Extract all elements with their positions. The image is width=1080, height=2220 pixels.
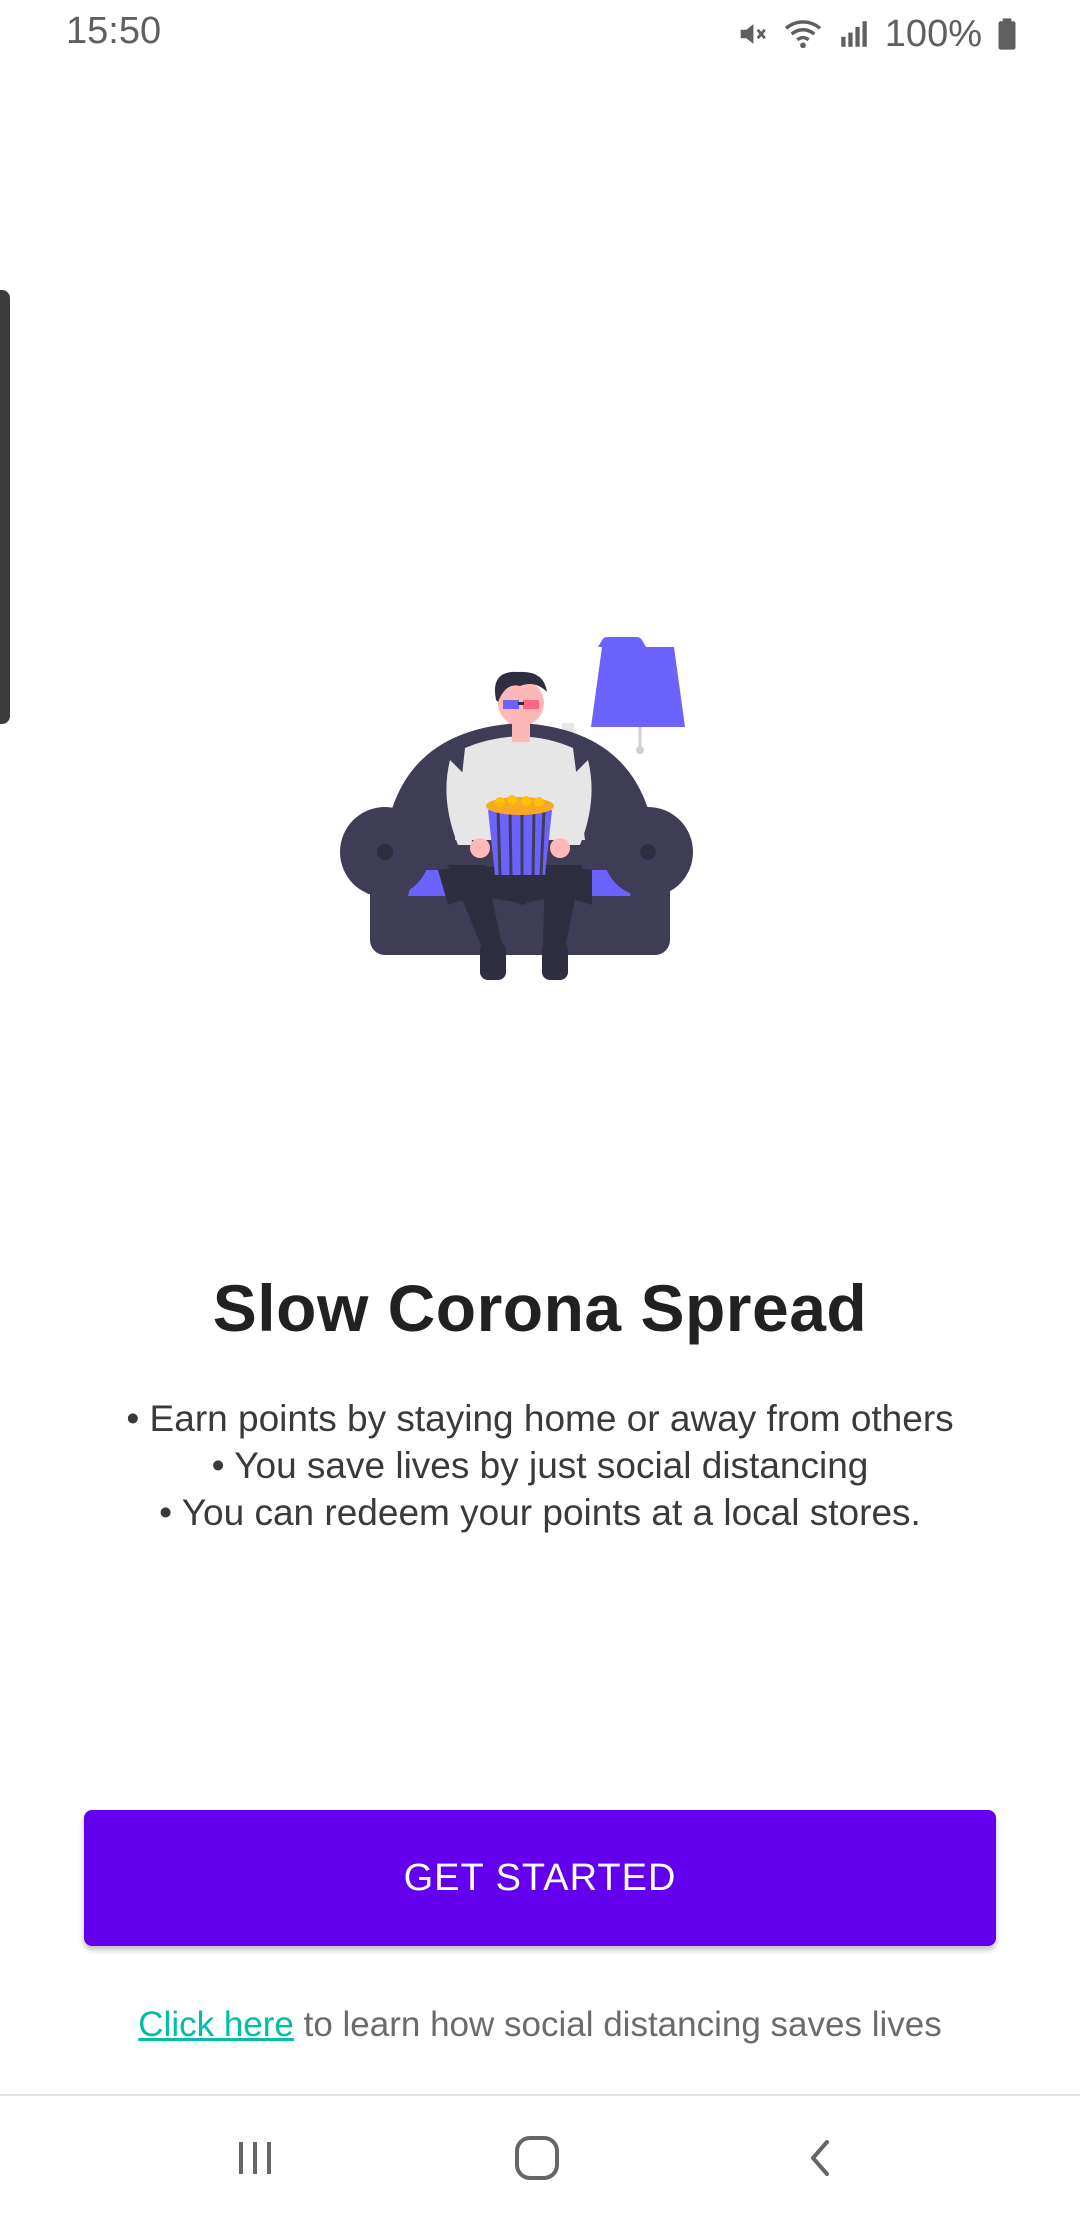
- signal-icon: [837, 17, 871, 51]
- click-here-link[interactable]: Click here: [138, 2005, 294, 2044]
- status-icons: 100%: [735, 10, 1018, 58]
- person-on-couch-illustration: [330, 630, 750, 1030]
- wifi-icon: [783, 17, 823, 51]
- back-icon[interactable]: [780, 2126, 860, 2190]
- page-title: Slow Corona Spread: [212, 1271, 868, 1345]
- battery-icon: [996, 17, 1018, 51]
- status-time: 15:50: [66, 10, 162, 52]
- battery-percent: 100%: [884, 12, 982, 55]
- edge-panel-handle[interactable]: [0, 290, 10, 724]
- status-bar: 15:50 100%: [0, 0, 1080, 70]
- mute-icon: [735, 17, 769, 51]
- feature-item: • You save lives by just social distanci…: [211, 1445, 869, 1486]
- home-icon[interactable]: [497, 2126, 577, 2190]
- recents-icon[interactable]: [215, 2126, 295, 2190]
- feature-item: • Earn points by staying home or away fr…: [126, 1398, 954, 1439]
- feature-list: • Earn points by staying home or away fr…: [0, 1395, 1080, 1536]
- feature-item: • You can redeem your points at a local …: [159, 1492, 921, 1533]
- learn-more-text: to learn how social distancing saves liv…: [293, 2005, 942, 2044]
- learn-more-line: Click here to learn how social distancin…: [0, 2005, 1080, 2045]
- get-started-button[interactable]: GET STARTED: [84, 1810, 996, 1946]
- system-nav-bar: [0, 2096, 1080, 2220]
